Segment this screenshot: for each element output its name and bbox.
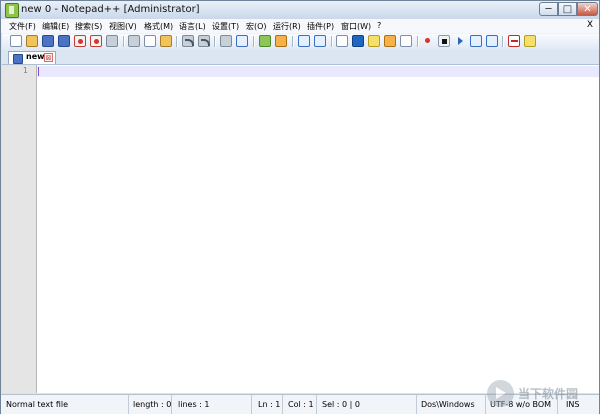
window-title: new 0 - Notepad++ [Administrator]: [21, 4, 200, 15]
menu-file[interactable]: 文件(F): [9, 21, 36, 32]
print-icon[interactable]: [106, 35, 118, 47]
save-icon[interactable]: [42, 35, 54, 47]
menu-plugins[interactable]: 插件(P): [307, 21, 334, 32]
zoom-in-icon[interactable]: [259, 35, 271, 47]
toolbar-separator: [123, 36, 124, 47]
minimize-button[interactable]: ─: [539, 2, 558, 16]
status-lines: lines : 1: [172, 395, 252, 414]
redo-icon[interactable]: [198, 35, 210, 47]
cut-icon[interactable]: [128, 35, 140, 47]
menu-window[interactable]: 窗口(W): [341, 21, 371, 32]
close-icon[interactable]: [74, 35, 86, 47]
document-tab-strip: new ⊠: [2, 50, 599, 65]
title-bar: new 0 - Notepad++ [Administrator] ─ □ ✕: [1, 1, 599, 19]
menu-view[interactable]: 视图(V): [109, 21, 137, 32]
menu-macro[interactable]: 宏(O): [246, 21, 267, 32]
document-tab-label: new: [26, 52, 45, 61]
open-file-icon[interactable]: [26, 35, 38, 47]
save-macro-icon[interactable]: [486, 35, 498, 47]
notepad-window: new 0 - Notepad++ [Administrator] ─ □ ✕ …: [0, 0, 600, 414]
status-column-position: Col : 1: [283, 395, 317, 414]
notepadplusplus-icon: [5, 3, 19, 18]
toolbar-separator: [331, 36, 332, 47]
tab-close-icon[interactable]: ⊠: [44, 53, 53, 62]
close-all-icon[interactable]: [90, 35, 102, 47]
menu-edit[interactable]: 编辑(E): [42, 21, 69, 32]
menu-help[interactable]: ?: [377, 21, 381, 30]
line-number-gutter: 1: [2, 65, 37, 393]
status-doc-type: Normal text file: [1, 395, 129, 414]
toolbar-separator: [253, 36, 254, 47]
main-toolbar: [2, 33, 599, 51]
save-all-icon[interactable]: [58, 35, 70, 47]
run-macro-multiple-icon[interactable]: [470, 35, 482, 47]
menu-settings[interactable]: 设置(T): [212, 21, 239, 32]
undo-icon[interactable]: [182, 35, 194, 47]
plugin-icon[interactable]: [524, 35, 536, 47]
copy-icon[interactable]: [144, 35, 156, 47]
function-list-icon[interactable]: [400, 35, 412, 47]
text-editor[interactable]: 1: [2, 65, 599, 393]
indent-guide-icon[interactable]: [368, 35, 380, 47]
toolbar-separator: [214, 36, 215, 47]
line-number: 1: [22, 66, 28, 75]
play-macro-icon[interactable]: [454, 35, 466, 47]
toolbar-separator: [176, 36, 177, 47]
sync-horizontal-icon[interactable]: [314, 35, 326, 47]
close-button[interactable]: ✕: [577, 2, 598, 16]
new-file-icon[interactable]: [10, 35, 22, 47]
status-line-position: Ln : 1: [252, 395, 283, 414]
current-line-highlight: [37, 66, 599, 77]
status-line-ending: Dos\Windows: [417, 395, 486, 414]
maximize-button[interactable]: □: [558, 2, 577, 16]
close-document-button[interactable]: X: [587, 20, 593, 30]
menu-bar: 文件(F) 编辑(E) 搜索(S) 视图(V) 格式(M) 语言(L) 设置(T…: [1, 19, 599, 33]
watermark-text: 当下软件园: [518, 387, 579, 401]
record-macro-icon[interactable]: [422, 35, 434, 47]
menu-search[interactable]: 搜索(S): [75, 21, 102, 32]
menu-format[interactable]: 格式(M): [144, 21, 173, 32]
zoom-out-icon[interactable]: [275, 35, 287, 47]
toolbar-separator: [502, 36, 503, 47]
menu-run[interactable]: 运行(R): [273, 21, 301, 32]
paste-icon[interactable]: [160, 35, 172, 47]
stop-macro-icon[interactable]: [438, 35, 450, 47]
text-cursor: [38, 67, 39, 76]
toolbar-separator: [292, 36, 293, 47]
document-tab[interactable]: new ⊠: [8, 51, 56, 64]
doc-map-icon[interactable]: [384, 35, 396, 47]
find-icon[interactable]: [220, 35, 232, 47]
show-all-chars-icon[interactable]: [352, 35, 364, 47]
spell-check-icon[interactable]: [508, 35, 520, 47]
status-length: length : 0: [129, 395, 172, 414]
saved-document-icon: [13, 54, 23, 64]
replace-icon[interactable]: [236, 35, 248, 47]
watermark-logo: [487, 380, 514, 407]
word-wrap-icon[interactable]: [336, 35, 348, 47]
sync-vertical-icon[interactable]: [298, 35, 310, 47]
status-selection: Sel : 0 | 0: [317, 395, 417, 414]
toolbar-separator: [417, 36, 418, 47]
menu-language[interactable]: 语言(L): [179, 21, 206, 32]
